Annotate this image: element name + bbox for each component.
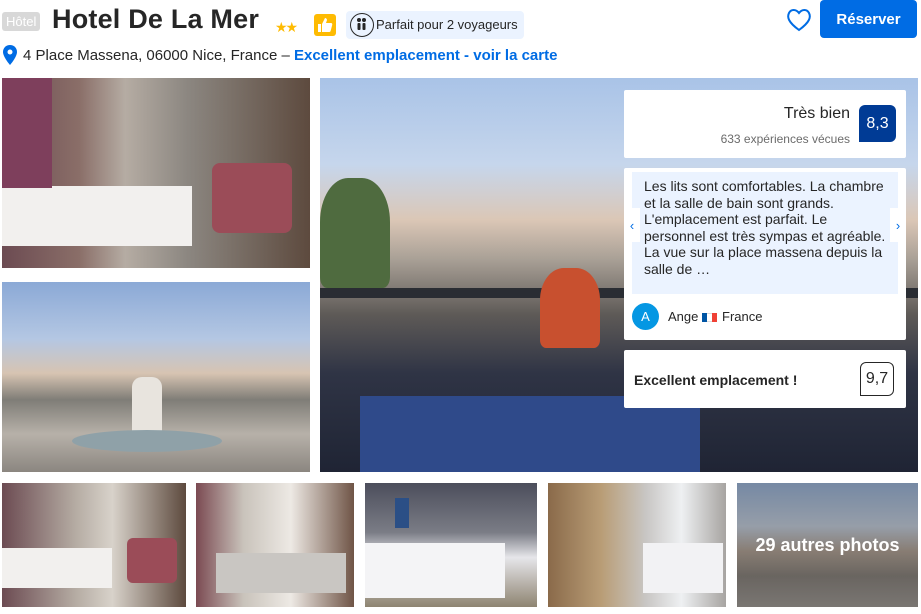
travelers-icon [350,13,374,37]
fountain-basin-shape [72,430,222,452]
france-flag-icon [702,313,717,322]
review-text: Les lits sont comfortables. La chambre e… [632,172,898,294]
rating-word: Très bien [783,105,850,122]
review-card: Les lits sont comfortables. La chambre e… [624,168,906,340]
bed-shape [2,186,192,246]
location-score-card[interactable]: Excellent emplacement ! 9,7 [624,350,906,408]
star-rating: ★★ [275,19,298,35]
rating-card[interactable]: Très bien 633 expériences vécues 8,3 [624,90,906,158]
curtain-shape [2,78,52,188]
lamp-shape [395,498,409,528]
location-map-link[interactable]: Excellent emplacement - voir la carte [294,47,557,64]
review-count: 633 expériences vécues [720,132,850,146]
chevron-right-icon[interactable]: › [890,208,906,242]
more-photos-label: 29 autres photos [737,483,918,607]
thumbnail-room-1[interactable] [2,483,186,607]
tulips-shape [540,268,600,348]
photo-room-1[interactable] [2,78,310,268]
property-type-badge: Hôtel [2,12,41,31]
reviewer-name: Ange [668,309,699,324]
thumbnail-more-photos[interactable]: 29 autres photos [737,483,918,607]
thumbs-up-icon[interactable] [314,14,336,36]
bed-shape [216,553,346,593]
address-line: 4 Place Massena, 06000 Nice, France – Ex… [23,47,557,64]
address-text: 4 Place Massena, 06000 Nice, France – [23,47,294,64]
fountain-statue-shape [132,377,162,437]
chevron-left-icon[interactable]: ‹ [624,208,640,242]
thumbnail-room-4[interactable] [548,483,726,607]
thumbnail-room-2[interactable] [196,483,354,607]
hotel-name: Hotel De La Mer [52,4,260,34]
travelers-label: Parfait pour 2 voyageurs [376,17,518,32]
tree-shape [320,178,390,288]
bed-shape [643,543,723,593]
location-score-badge: 9,7 [860,362,894,396]
reviewer-country: France [722,309,763,324]
armchair-shape [127,538,177,583]
travelers-badge: Parfait pour 2 voyageurs [346,11,524,39]
reserve-button[interactable]: Réserver [820,0,917,38]
map-pin-icon [3,45,17,70]
bed-shape [2,548,112,588]
photo-place-massena[interactable] [2,282,310,472]
review-score-badge: 8,3 [859,105,896,142]
thumbnail-room-3[interactable] [365,483,537,607]
armchair-shape [212,163,292,233]
avatar: A [632,303,659,330]
location-label: Excellent emplacement ! [634,372,798,388]
heart-icon[interactable] [786,8,812,32]
bed-shape [365,543,505,598]
